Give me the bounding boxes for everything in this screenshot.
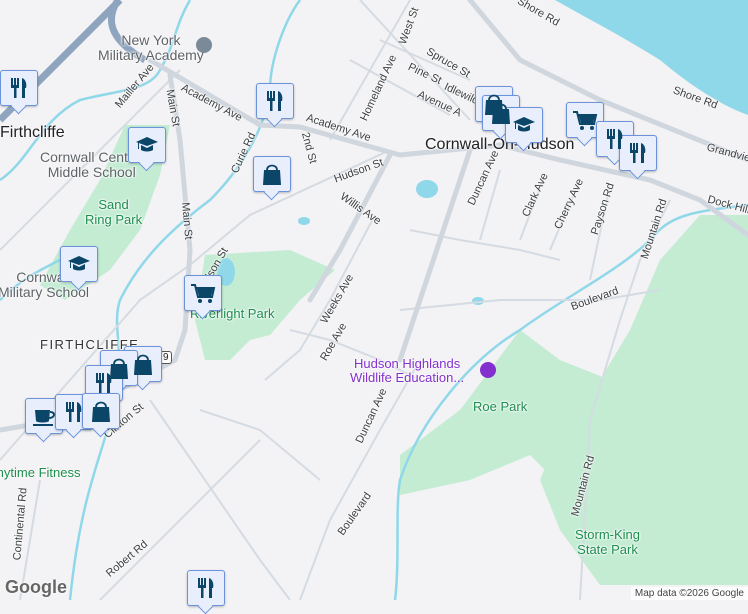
school-icon [136,137,158,152]
school-marker[interactable] [505,107,543,143]
google-logo: Google [5,577,67,597]
pond [298,217,310,225]
restaurant-icon [267,91,283,111]
place-new-york-military-academy[interactable]: New York Military Academy [98,33,204,63]
restaurant-icon [630,143,646,163]
restaurant-marker[interactable] [256,83,294,119]
pond [416,180,438,198]
museum-icon[interactable] [480,362,496,378]
school-poi-icon[interactable] [196,37,212,53]
hudson-river [555,0,748,115]
map-attribution[interactable]: Map data ©2026 Google [630,587,748,600]
school-icon [68,256,90,271]
cafe-icon [33,410,55,426]
shopping-marker[interactable] [253,156,291,192]
restaurant-icon [66,402,82,422]
place-anytime-fitness[interactable]: Anytime Fitness [0,465,80,480]
restaurant-marker[interactable] [187,570,225,606]
grocery-icon [573,111,598,130]
school-marker[interactable] [128,127,166,163]
shopping-marker[interactable] [82,393,120,429]
shopping-icon [92,401,110,422]
school-icon [513,117,535,132]
place-firthcliffe: Firthcliffe [0,124,65,141]
restaurant-icon [11,78,27,98]
park-storm-king[interactable]: Storm-King State Park [575,527,640,557]
park-sand-ring[interactable]: Sand Ring Park [85,197,142,227]
grocery-icon [191,284,216,303]
shopping-icon [263,164,281,185]
grocery-marker[interactable] [184,275,222,311]
shopping-icon [134,354,152,375]
restaurant-marker[interactable] [0,70,38,106]
restaurant-icon [96,373,112,393]
restaurant-icon [198,578,214,598]
park-roe[interactable]: Roe Park [473,399,527,414]
place-hudson-highlands-wildlife[interactable]: Hudson Highlands Wildlife Education... [350,357,464,385]
school-marker[interactable] [60,246,98,282]
restaurant-marker[interactable] [619,135,657,171]
